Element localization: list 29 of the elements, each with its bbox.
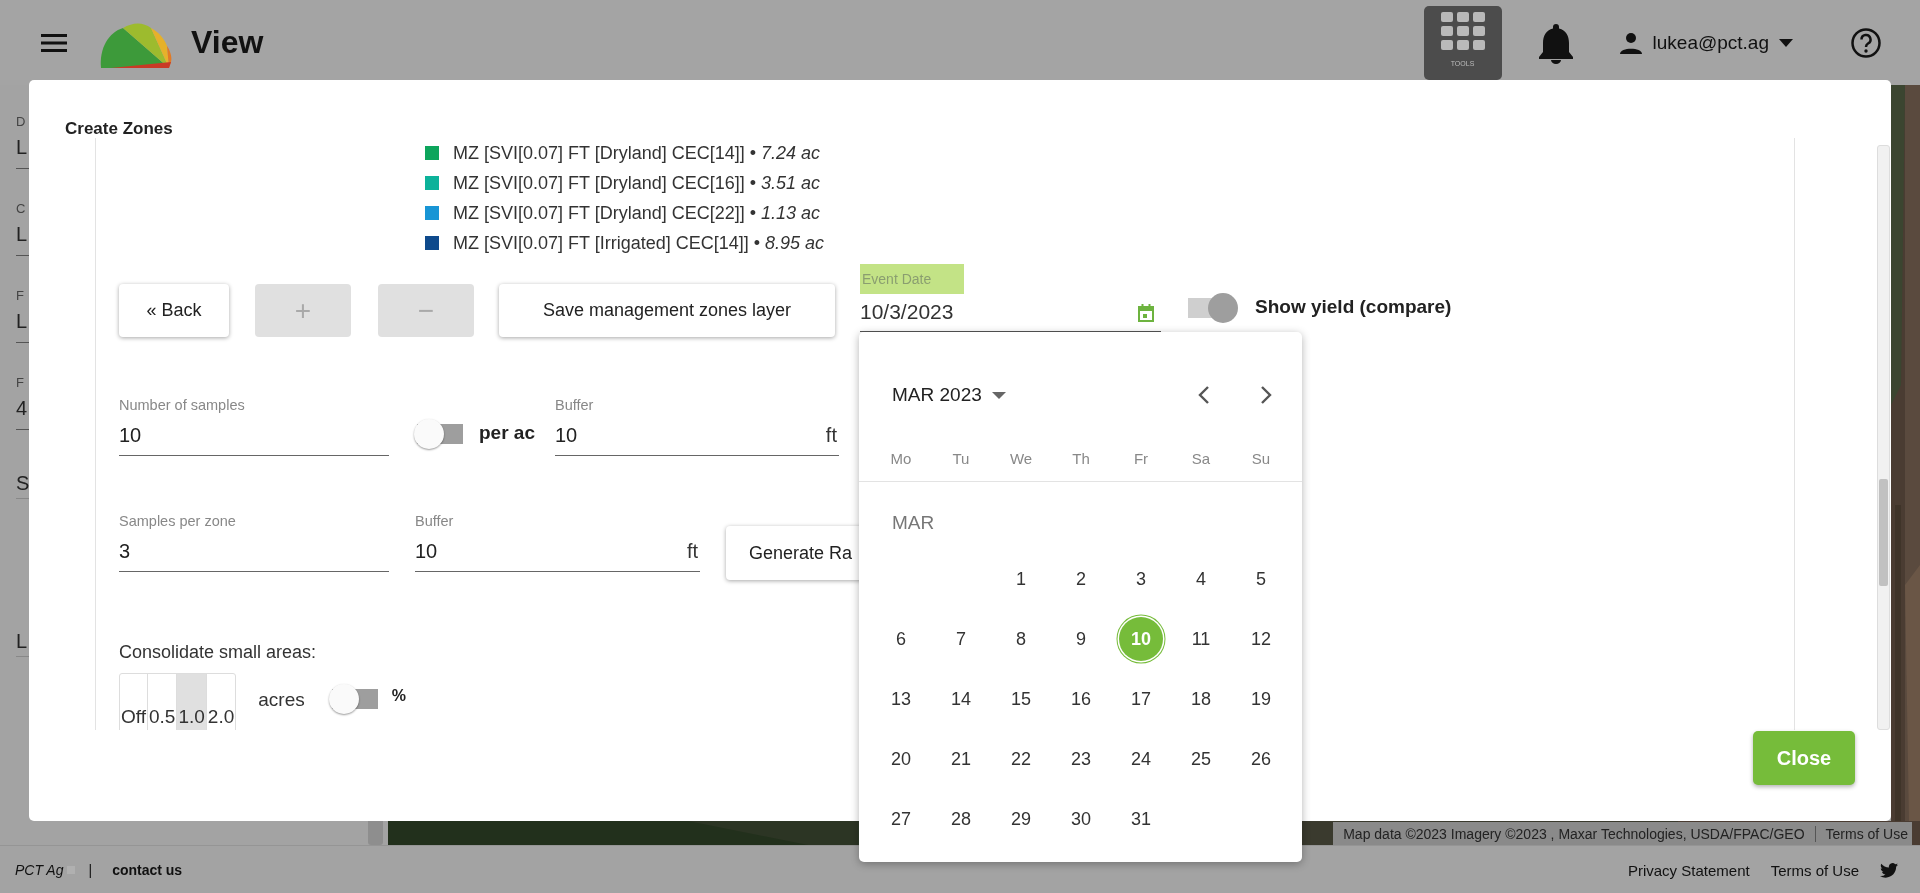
weekday-label: Su [1251, 449, 1271, 467]
separator: | [88, 862, 93, 878]
field-value: L [16, 222, 28, 247]
field-value: L [16, 309, 28, 334]
legend-label: MZ [SVI[0.07] FT [Dryland] CEC[14]] • 7.24 ac [453, 142, 821, 164]
weekday-label: We [1009, 449, 1033, 467]
toggle-label: Show yield (compare) [1255, 296, 1452, 318]
legend-label: MZ [SVI[0.07] FT [Irrigated] CEC[14]] • 8.95 ac [453, 232, 825, 254]
brand-name: PCT Ag [15, 862, 64, 878]
weekday-label: Th [1072, 449, 1090, 467]
field-value: L [16, 135, 28, 160]
field-value: 4 [16, 396, 28, 421]
weekday-label: Tu [952, 449, 970, 467]
section-label: Consolidate small areas: [119, 641, 317, 664]
weekday-label: Fr [1133, 449, 1149, 467]
field-label: F [16, 288, 24, 304]
weekday-label: Sa [1191, 449, 1211, 467]
page-title: View [191, 24, 264, 61]
field-label: F [16, 375, 24, 391]
map-attribution: Map data ©2023 Imagery ©2023 , Maxar Technologies, USDA/FPAC/GEO [1343, 825, 1805, 842]
legend-label: MZ [SVI[0.07] FT [Dryland] CEC[22]] • 1.13 ac [453, 202, 821, 224]
dialog-title: Create Zones [65, 120, 173, 138]
field-label: C [16, 201, 26, 217]
unit-label: acres [258, 689, 305, 711]
field-label: D [16, 114, 26, 130]
weekday-label: Mo [890, 449, 912, 467]
legend-label: MZ [SVI[0.07] FT [Dryland] CEC[16]] • 3.51 ac [453, 172, 821, 194]
toggle-label: per ac [479, 422, 535, 444]
toggle-label: % [391, 687, 406, 705]
